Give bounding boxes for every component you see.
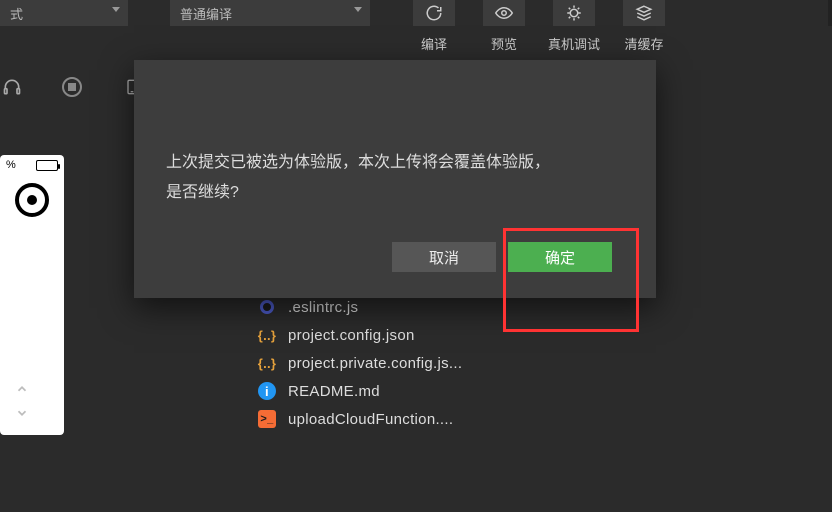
json-icon: {..}	[258, 326, 276, 344]
file-explorer: .eslintrc.js {..} project.config.json {.…	[258, 298, 462, 428]
real-debug-button[interactable]: 真机调试	[544, 0, 604, 53]
battery-percent: %	[6, 159, 16, 171]
top-toolbar: 式 普通编译 编译 预览 真机调试 清缓存	[0, 0, 832, 56]
secondary-toolbar	[0, 75, 144, 99]
dialog-actions: 取消 确定	[392, 242, 612, 272]
mode-dropdown-label: 式	[10, 4, 23, 23]
file-item[interactable]: {..} project.config.json	[258, 326, 462, 344]
real-debug-label: 真机调试	[548, 34, 600, 53]
chevron-down-icon	[354, 7, 362, 12]
stop-icon[interactable]	[62, 77, 82, 97]
clear-cache-button[interactable]: 清缓存	[614, 0, 674, 53]
terminal-icon: >_	[258, 410, 276, 428]
divider	[828, 0, 832, 26]
stepper	[10, 377, 34, 425]
compile-dropdown[interactable]: 普通编译	[170, 0, 370, 26]
cancel-button[interactable]: 取消	[392, 242, 496, 272]
file-item[interactable]: >_ uploadCloudFunction....	[258, 410, 462, 428]
chevron-down-icon	[112, 7, 120, 12]
dialog-line1: 上次提交已被选为体验版，本次上传将会覆盖体验版，	[166, 154, 550, 171]
file-item[interactable]: {..} project.private.config.js...	[258, 354, 462, 372]
dialog-message: 上次提交已被选为体验版，本次上传将会覆盖体验版， 是否继续?	[166, 148, 624, 209]
preview-button[interactable]: 预览	[474, 0, 534, 53]
refresh-icon	[425, 4, 443, 22]
json-icon: {..}	[258, 354, 276, 372]
eye-icon	[494, 4, 514, 22]
file-name: README.md	[288, 383, 380, 400]
file-name: .eslintrc.js	[288, 299, 358, 316]
simulator-panel: %	[0, 155, 64, 435]
confirm-dialog: 上次提交已被选为体验版，本次上传将会覆盖体验版， 是否继续? 取消 确定	[134, 60, 656, 298]
file-item[interactable]: i README.md	[258, 382, 462, 400]
simulator-statusbar: %	[0, 155, 64, 173]
layers-icon	[635, 4, 653, 22]
clear-cache-label: 清缓存	[624, 34, 663, 53]
bug-icon	[565, 4, 583, 22]
dialog-line2: 是否继续?	[166, 184, 239, 201]
compile-label: 编译	[421, 34, 447, 53]
info-icon: i	[258, 382, 276, 400]
chevron-down-icon[interactable]	[10, 401, 34, 425]
mode-dropdown[interactable]: 式	[0, 0, 128, 26]
headphones-icon[interactable]	[0, 75, 24, 99]
file-name: uploadCloudFunction....	[288, 411, 453, 428]
chevron-up-icon[interactable]	[10, 377, 34, 401]
file-item[interactable]: .eslintrc.js	[258, 298, 462, 316]
record-icon	[15, 183, 49, 217]
compile-dropdown-label: 普通编译	[180, 4, 232, 23]
file-name: project.config.json	[288, 327, 415, 344]
file-name: project.private.config.js...	[288, 355, 462, 372]
compile-button[interactable]: 编译	[404, 0, 464, 53]
battery-icon	[36, 160, 58, 171]
preview-label: 预览	[491, 34, 517, 53]
eslint-icon	[258, 298, 276, 316]
ok-button[interactable]: 确定	[508, 242, 612, 272]
